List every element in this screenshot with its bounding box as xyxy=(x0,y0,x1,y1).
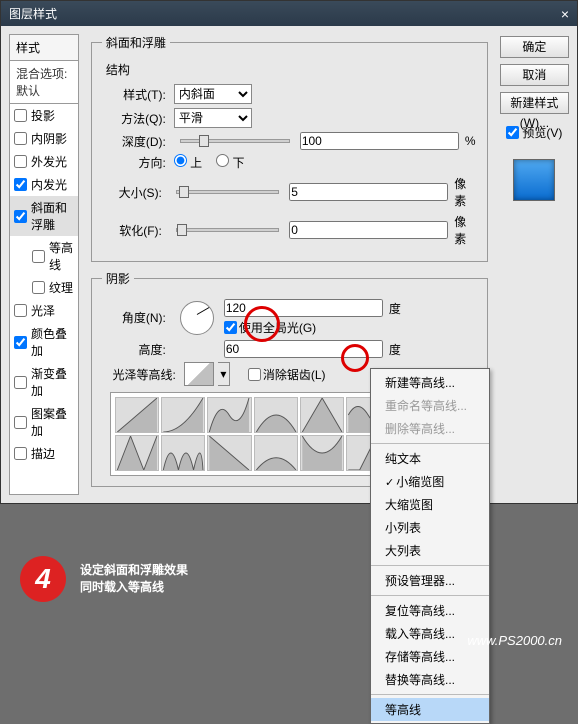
soften-label: 软化(F): xyxy=(102,222,162,239)
style-item-2[interactable]: 外发光 xyxy=(10,150,78,173)
altitude-label: 高度: xyxy=(102,341,166,358)
styles-header: 样式 xyxy=(10,35,78,61)
technique-label: 方法(Q): xyxy=(102,110,166,127)
style-item-5[interactable]: 等高线 xyxy=(10,236,78,276)
blend-options[interactable]: 混合选项:默认 xyxy=(10,61,78,104)
layer-style-dialog: 图层样式 × 样式 混合选项:默认 投影内阴影外发光内发光斜面和浮雕等高线纹理光… xyxy=(0,0,578,504)
gloss-contour-dropdown[interactable]: ▾ xyxy=(218,362,230,386)
step-number: 4 xyxy=(20,556,66,602)
ctx-replace-contours[interactable]: 替换等高线... xyxy=(371,668,489,691)
angle-dial[interactable] xyxy=(180,301,214,335)
style-select[interactable]: 内斜面 xyxy=(174,84,252,104)
contour-preset-9[interactable] xyxy=(207,435,251,471)
style-label: 样式(T): xyxy=(102,86,166,103)
watermark: www.PS2000.cn xyxy=(467,633,562,648)
altitude-input[interactable] xyxy=(224,340,383,358)
ctx-text-only[interactable]: 纯文本 xyxy=(371,447,489,470)
contour-preset-11[interactable] xyxy=(300,435,344,471)
right-column: 确定 取消 新建样式(W)... 预览(V) xyxy=(500,34,569,495)
contour-preset-1[interactable] xyxy=(161,397,205,433)
shading-legend: 阴影 xyxy=(102,270,134,287)
contour-preset-7[interactable] xyxy=(115,435,159,471)
step-line2: 同时载入等高线 xyxy=(80,579,188,596)
contour-preset-2[interactable] xyxy=(207,397,251,433)
tutorial-step: 4 设定斜面和浮雕效果 同时载入等高线 xyxy=(20,556,188,602)
ctx-small-list[interactable]: 小列表 xyxy=(371,516,489,539)
style-item-0[interactable]: 投影 xyxy=(10,104,78,127)
step-line1: 设定斜面和浮雕效果 xyxy=(80,562,188,579)
ctx-contours[interactable]: 等高线 xyxy=(371,698,489,721)
depth-unit: % xyxy=(465,134,476,148)
direction-label: 方向: xyxy=(102,154,166,171)
ok-button[interactable]: 确定 xyxy=(500,36,569,58)
contour-preset-0[interactable] xyxy=(115,397,159,433)
antialias-checkbox[interactable]: 消除锯齿(L) xyxy=(248,366,326,383)
preview-checkbox[interactable]: 预览(V) xyxy=(500,124,569,141)
structure-label: 结构 xyxy=(106,61,477,78)
cancel-button[interactable]: 取消 xyxy=(500,64,569,86)
angle-label: 角度(N): xyxy=(102,309,166,326)
angle-input[interactable] xyxy=(224,299,383,317)
size-unit: 像素 xyxy=(454,175,477,209)
new-style-button[interactable]: 新建样式(W)... xyxy=(500,92,569,114)
depth-label: 深度(D): xyxy=(102,133,166,150)
contour-preset-4[interactable] xyxy=(300,397,344,433)
style-item-9[interactable]: 渐变叠加 xyxy=(10,362,78,402)
ctx-preset-manager[interactable]: 预设管理器... xyxy=(371,569,489,592)
style-item-3[interactable]: 内发光 xyxy=(10,173,78,196)
dir-up-radio[interactable]: 上 xyxy=(174,154,202,171)
depth-slider[interactable] xyxy=(180,139,290,143)
technique-select[interactable]: 平滑 xyxy=(174,108,252,128)
size-input[interactable] xyxy=(289,183,448,201)
dialog-title: 图层样式 xyxy=(9,5,57,22)
contour-preset-3[interactable] xyxy=(254,397,298,433)
ctx-new-contour[interactable]: 新建等高线... xyxy=(371,371,489,394)
ctx-rename-contour: 重命名等高线... xyxy=(371,394,489,417)
titlebar[interactable]: 图层样式 × xyxy=(1,1,577,26)
soften-unit: 像素 xyxy=(454,213,477,247)
ctx-small-thumb[interactable]: 小缩览图 xyxy=(371,470,489,493)
size-slider[interactable] xyxy=(176,190,279,194)
depth-input[interactable] xyxy=(300,132,459,150)
global-light-checkbox[interactable]: 使用全局光(G) xyxy=(224,319,401,336)
style-item-6[interactable]: 纹理 xyxy=(10,276,78,299)
dir-down-radio[interactable]: 下 xyxy=(216,154,244,171)
style-item-1[interactable]: 内阴影 xyxy=(10,127,78,150)
contour-context-menu: 新建等高线... 重命名等高线... 删除等高线... 纯文本 小缩览图 大缩览… xyxy=(370,368,490,724)
gloss-contour-picker[interactable] xyxy=(184,362,214,386)
style-item-8[interactable]: 颜色叠加 xyxy=(10,322,78,362)
ctx-delete-contour: 删除等高线... xyxy=(371,417,489,440)
ctx-large-thumb[interactable]: 大缩览图 xyxy=(371,493,489,516)
soften-input[interactable] xyxy=(289,221,448,239)
ctx-large-list[interactable]: 大列表 xyxy=(371,539,489,562)
gloss-contour-label: 光泽等高线: xyxy=(102,366,176,383)
size-label: 大小(S): xyxy=(102,184,162,201)
soften-slider[interactable] xyxy=(176,228,279,232)
style-item-10[interactable]: 图案叠加 xyxy=(10,402,78,442)
bevel-legend: 斜面和浮雕 xyxy=(102,34,170,51)
contour-preset-8[interactable] xyxy=(161,435,205,471)
style-item-7[interactable]: 光泽 xyxy=(10,299,78,322)
style-item-11[interactable]: 描边 xyxy=(10,442,78,465)
styles-panel: 样式 混合选项:默认 投影内阴影外发光内发光斜面和浮雕等高线纹理光泽颜色叠加渐变… xyxy=(9,34,79,495)
close-icon[interactable]: × xyxy=(561,6,569,22)
contour-preset-10[interactable] xyxy=(254,435,298,471)
preview-swatch xyxy=(513,159,555,201)
bevel-group: 斜面和浮雕 结构 样式(T): 内斜面 方法(Q): 平滑 深度(D): % xyxy=(91,34,488,262)
ctx-reset-contours[interactable]: 复位等高线... xyxy=(371,599,489,622)
style-item-4[interactable]: 斜面和浮雕 xyxy=(10,196,78,236)
ctx-save-contours[interactable]: 存储等高线... xyxy=(371,645,489,668)
